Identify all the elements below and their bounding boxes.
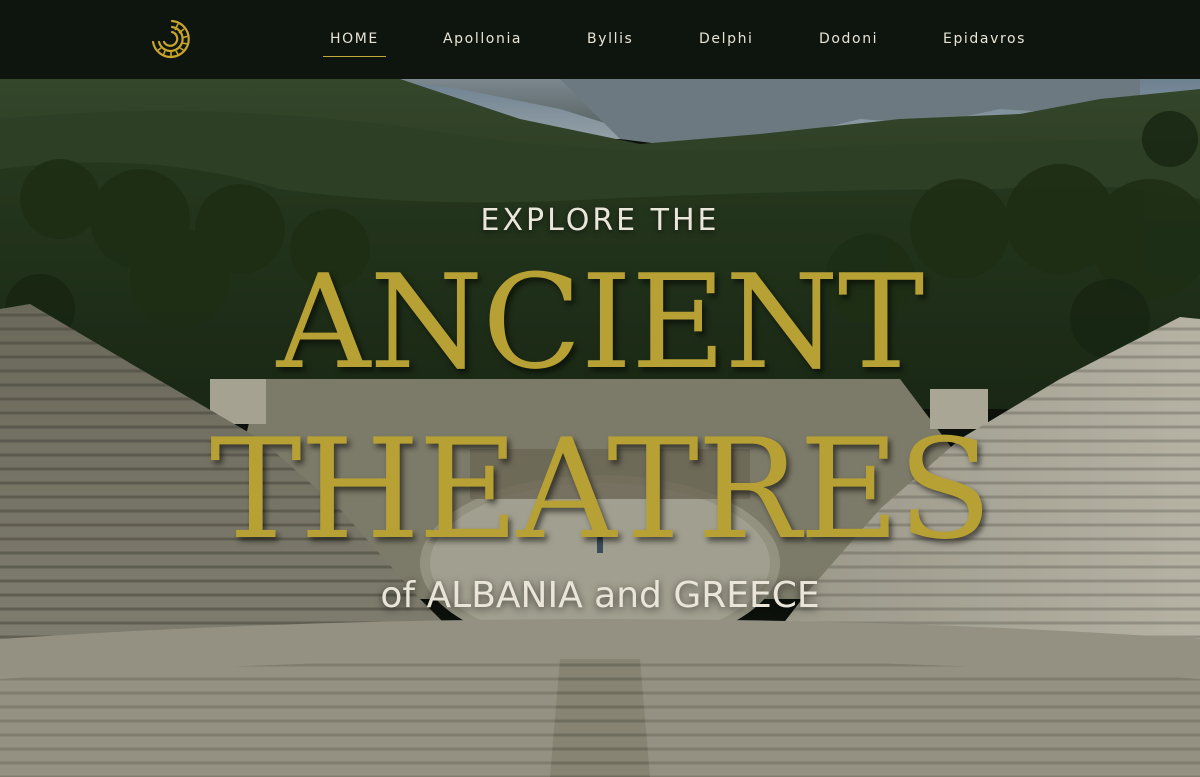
hero-kicker: EXPLORE THE [480, 203, 720, 238]
page: HOME Apollonia Byllis Delphi Dodoni Epid… [0, 0, 1200, 777]
top-navbar: HOME Apollonia Byllis Delphi Dodoni Epid… [0, 0, 1200, 79]
nav-item-home[interactable]: HOME [323, 31, 386, 57]
nav-item-apollonia[interactable]: Apollonia [443, 31, 522, 47]
nav-item-byllis[interactable]: Byllis [587, 31, 633, 47]
hero-title-line-1: ANCIENT [276, 246, 925, 398]
hero-title-line-2: THEATRES [209, 409, 992, 570]
nav-item-dodoni[interactable]: Dodoni [819, 31, 878, 47]
nav-item-delphi[interactable]: Delphi [699, 31, 754, 47]
hero-text-block: EXPLORE THE ANCIENT THEATRES of ALBANIA … [0, 79, 1200, 777]
hero-section: EXPLORE THE ANCIENT THEATRES of ALBANIA … [0, 79, 1200, 777]
hero-subtitle: of ALBANIA and GREECE [380, 575, 820, 616]
nav-item-epidavros[interactable]: Epidavros [943, 31, 1026, 47]
main-nav: HOME Apollonia Byllis Delphi Dodoni Epid… [0, 0, 1200, 79]
